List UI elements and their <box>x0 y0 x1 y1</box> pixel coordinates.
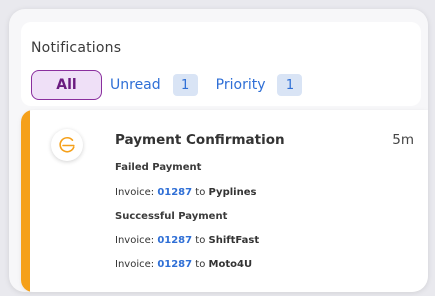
invoice-line: Invoice: 01287 to ShiftFast <box>115 235 259 246</box>
invoice-prefix: Invoice: <box>115 187 155 198</box>
tab-priority[interactable]: Priority 1 <box>216 74 303 96</box>
tab-priority-label: Priority <box>215 77 266 93</box>
invoice-number-link[interactable]: 01287 <box>157 235 192 246</box>
invoice-line: Invoice: 01287 to Moto4U <box>115 259 252 270</box>
page-title: Notifications <box>31 40 122 56</box>
notification-title: Payment Confirmation <box>115 132 285 148</box>
vendor-name: Moto4U <box>208 259 253 270</box>
invoice-prefix: Invoice: <box>115 259 155 270</box>
failed-payment-heading: Failed Payment <box>115 162 202 173</box>
notification-card[interactable]: Payment Confirmation 5m Failed Payment I… <box>21 110 428 292</box>
tab-unread-label: Unread <box>110 77 161 93</box>
invoice-prefix: Invoice: <box>115 235 155 246</box>
tab-unread[interactable]: Unread 1 <box>110 74 198 96</box>
tab-all[interactable]: All <box>31 70 102 100</box>
vendor-name: Pyplines <box>208 187 257 198</box>
notifications-panel: Notifications All Unread 1 Priority 1 Pa… <box>9 9 428 292</box>
unread-count-badge: 1 <box>172 74 198 96</box>
invoice-number-link[interactable]: 01287 <box>157 187 192 198</box>
notification-time: 5m <box>392 132 414 148</box>
invoice-number-link[interactable]: 01287 <box>157 259 192 270</box>
to-word: to <box>195 235 206 246</box>
g-logo-icon <box>51 129 83 161</box>
filter-tabs: All Unread 1 Priority 1 <box>31 70 320 100</box>
vendor-name: ShiftFast <box>208 235 260 246</box>
priority-accent-bar <box>21 110 30 292</box>
successful-payment-heading: Successful Payment <box>115 211 228 222</box>
to-word: to <box>195 259 206 270</box>
priority-count-badge: 1 <box>277 74 303 96</box>
to-word: to <box>195 187 206 198</box>
invoice-line: Invoice: 01287 to Pyplines <box>115 187 256 198</box>
notifications-header: Notifications All Unread 1 Priority 1 <box>21 22 421 106</box>
